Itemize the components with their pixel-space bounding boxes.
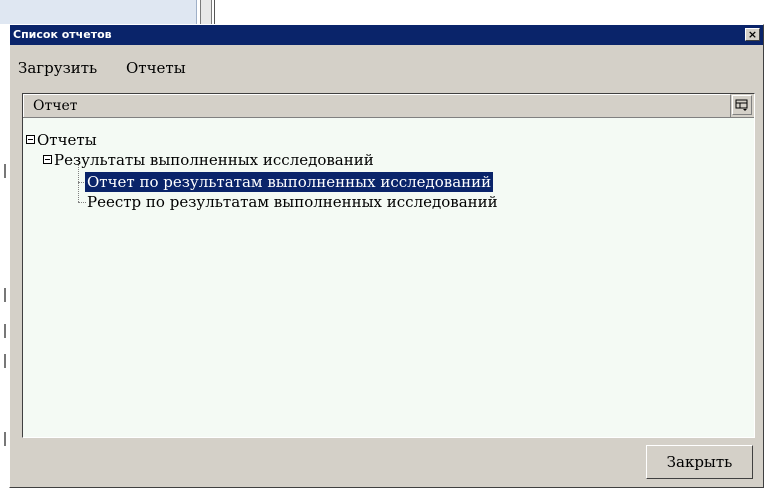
close-icon[interactable]: × <box>745 28 760 41</box>
background-splitter[interactable] <box>200 0 212 24</box>
tree-node-label: Результаты выполненных исследований <box>54 151 374 169</box>
background-divider <box>214 0 215 24</box>
reports-dialog: Список отчетов × Загрузить Отчеты Отчет <box>9 24 764 488</box>
menu-item-load[interactable]: Загрузить <box>18 59 97 77</box>
background-tick <box>4 288 6 302</box>
dialog-title: Список отчетов <box>13 28 112 41</box>
background-tick <box>4 324 6 338</box>
tree-node-label: Реестр по результатам выполненных исслед… <box>87 193 498 211</box>
background-tick <box>4 432 6 446</box>
background-left-edge <box>0 24 9 495</box>
tree-node-reports[interactable]: Отчеты <box>23 130 754 150</box>
tree-node-label: Отчеты <box>37 131 97 149</box>
background-tick <box>4 354 6 368</box>
tree-node-results[interactable]: Результаты выполненных исследований <box>23 150 754 170</box>
tree-node-results-registry[interactable]: Реестр по результатам выполненных исслед… <box>23 192 754 212</box>
tree-column-header: Отчет <box>23 94 754 118</box>
background-window <box>0 0 766 24</box>
background-tick <box>4 164 6 178</box>
close-button[interactable]: Закрыть <box>646 445 753 479</box>
menu-item-reports[interactable]: Отчеты <box>126 59 186 77</box>
column-chooser-icon[interactable] <box>732 95 752 115</box>
tree-node-label: Отчет по результатам выполненных исследо… <box>85 172 494 192</box>
background-panel <box>0 0 197 24</box>
dialog-titlebar[interactable]: Список отчетов × <box>10 25 763 45</box>
collapse-icon[interactable] <box>43 155 52 164</box>
menu-bar: Загрузить Отчеты <box>10 47 763 89</box>
collapse-icon[interactable] <box>26 135 35 144</box>
tree-node-results-report[interactable]: Отчет по результатам выполненных исследо… <box>23 172 754 192</box>
reports-tree[interactable]: Отчет Отчеты Результаты выполненных иссл… <box>22 93 755 438</box>
column-header-report[interactable]: Отчет <box>23 94 731 117</box>
